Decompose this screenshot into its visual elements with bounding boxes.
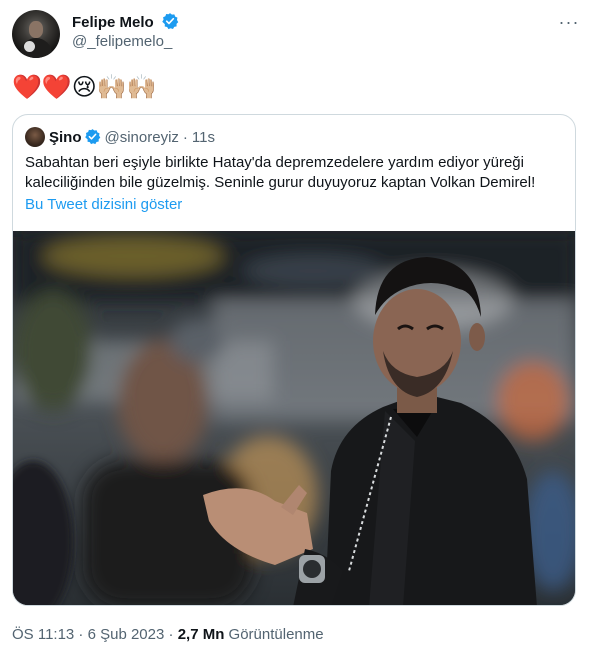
- tweet-text: ❤️❤️😢🙌🏼🙌🏼: [12, 73, 157, 101]
- quoted-verified-badge-icon: [84, 129, 100, 145]
- views-label: Görüntülenme: [228, 626, 324, 643]
- photo-scene: [13, 231, 575, 605]
- quoted-header: Şino @sinoreyiz · 11s: [25, 127, 215, 147]
- avatar-ball: [24, 41, 35, 52]
- author-name[interactable]: Felipe Melo: [72, 14, 154, 31]
- tweet-meta: ÖS 11:13 · 6 Şub 2023 · 2,7 Mn Görüntüle…: [12, 626, 324, 643]
- author-name-row[interactable]: Felipe Melo: [72, 12, 179, 31]
- meta-separator: ·: [168, 626, 174, 643]
- show-thread-link[interactable]: Bu Tweet dizisini göster: [25, 196, 182, 213]
- quoted-author-name[interactable]: Şino: [49, 129, 82, 146]
- avatar-face: [29, 21, 43, 38]
- more-options-button[interactable]: ···: [556, 12, 582, 34]
- tweet-author-avatar[interactable]: [12, 10, 60, 58]
- quoted-separator: ·: [182, 129, 188, 146]
- quoted-time[interactable]: 11s: [192, 129, 215, 146]
- author-handle[interactable]: @_felipemelo_: [72, 33, 172, 50]
- tweet-timestamp[interactable]: ÖS 11:13 · 6 Şub 2023: [12, 626, 164, 643]
- quoted-text: Sabahtan beri eşiyle birlikte Hatay'da d…: [25, 154, 536, 191]
- verified-badge-icon: [162, 13, 179, 30]
- quoted-photo[interactable]: [13, 231, 575, 605]
- quoted-author-handle[interactable]: @sinoreyiz: [105, 129, 179, 146]
- views-count[interactable]: 2,7 Mn: [178, 626, 225, 643]
- quoted-tweet[interactable]: Şino @sinoreyiz · 11s Sabahtan beri eşiyle…: [12, 114, 576, 606]
- quoted-avatar[interactable]: [25, 127, 45, 147]
